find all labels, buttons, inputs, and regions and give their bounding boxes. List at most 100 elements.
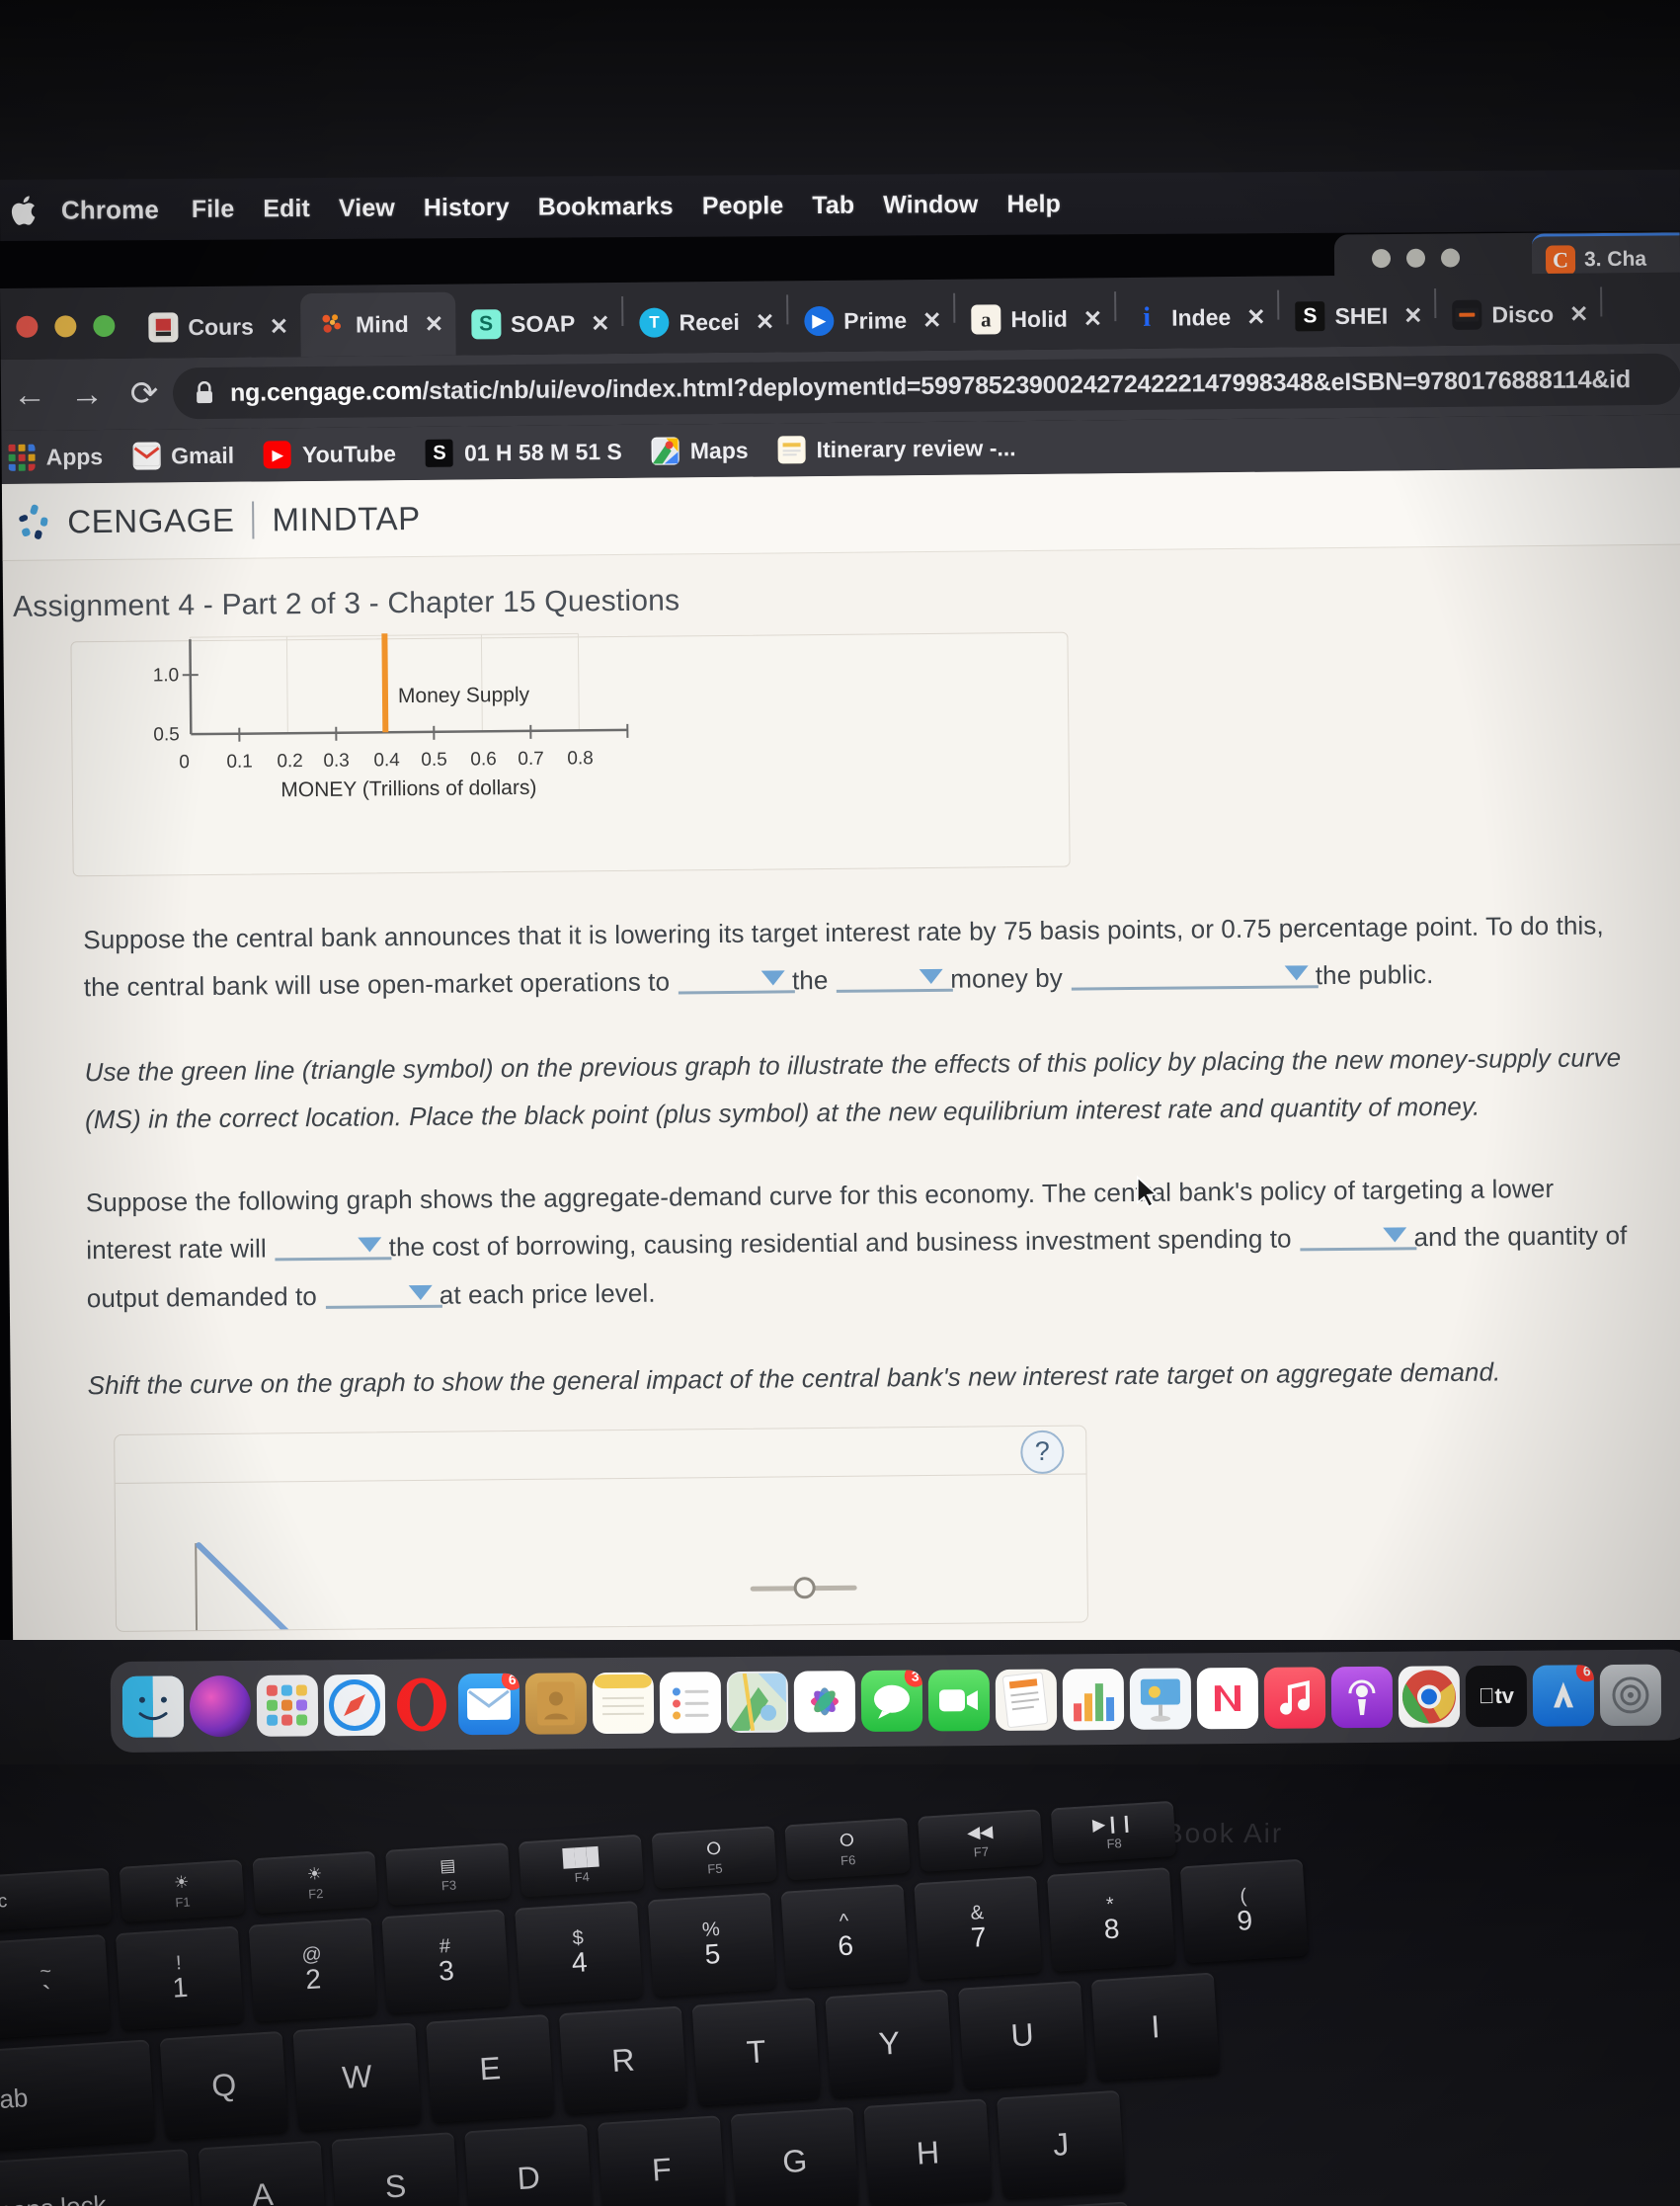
forward-button[interactable]: →	[58, 374, 116, 414]
key-5[interactable]: % 5	[647, 1892, 776, 1998]
menubar-item-help[interactable]: Help	[1006, 190, 1061, 218]
key-j[interactable]: J	[997, 2089, 1126, 2199]
key-y[interactable]: Y	[825, 1989, 954, 2098]
key-d[interactable]: D	[464, 2123, 594, 2206]
key-f8[interactable]: ▶❙❙ F8	[1050, 1800, 1177, 1864]
key-9[interactable]: (9	[1179, 1858, 1309, 1964]
menubar-item-window[interactable]: Window	[883, 190, 978, 219]
key-f4[interactable]: ███ F4	[518, 1834, 645, 1898]
dock-app-appletv[interactable]: tv	[1465, 1665, 1528, 1728]
dropdown-blank-4[interactable]	[275, 1232, 392, 1262]
dock-app-reminders[interactable]	[659, 1672, 722, 1734]
dock-app-maps[interactable]	[726, 1671, 789, 1734]
browser-tab-prime[interactable]: ▶ Prime ✕	[788, 289, 954, 353]
key-2[interactable]: @2	[248, 1917, 377, 2022]
browser-tab-shein[interactable]: S SHEI ✕	[1279, 285, 1435, 348]
close-tab-icon[interactable]: ✕	[1569, 300, 1589, 327]
dock-app-podcasts[interactable]	[1330, 1666, 1394, 1729]
menubar-item-bookmarks[interactable]: Bookmarks	[538, 192, 674, 221]
dock-app-messages[interactable]: 3	[860, 1670, 923, 1733]
key-g[interactable]: G	[730, 2106, 859, 2206]
key-m[interactable]	[1005, 2201, 1135, 2206]
money-supply-chart[interactable]: 1.0 0.5 0 0.1 0.2 0.3 0.4 0.5 0.6 0.7 0.…	[71, 612, 824, 836]
bookmark-shein-timer[interactable]: S 01 H 58 M 51 S	[425, 438, 622, 467]
key-f7[interactable]: ◀◀ F7	[918, 1809, 1044, 1872]
menubar-item-file[interactable]: File	[192, 195, 235, 223]
money-supply-curve[interactable]	[381, 633, 389, 733]
bookmark-itinerary[interactable]: Itinerary review -...	[777, 434, 1016, 464]
browser-tab-soap[interactable]: S SOAP ✕	[455, 292, 622, 356]
key-q[interactable]: Q	[159, 2030, 288, 2140]
menubar-item-edit[interactable]: Edit	[263, 195, 310, 223]
key-f1[interactable]: ☀ F1	[119, 1859, 245, 1922]
dock-app-numbers[interactable]	[1062, 1668, 1125, 1731]
close-tab-icon[interactable]: ✕	[1246, 303, 1266, 330]
minimize-window-button[interactable]	[54, 315, 77, 338]
bookmark-gmail[interactable]: Gmail	[132, 442, 234, 470]
key-r[interactable]: R	[558, 2005, 688, 2115]
dock-app-chrome[interactable]	[1398, 1666, 1461, 1728]
key-w[interactable]: W	[292, 2022, 422, 2131]
key-esc[interactable]: esc	[0, 1867, 113, 1932]
background-window-controls[interactable]	[1371, 247, 1461, 268]
dock-app-finder[interactable]	[121, 1675, 185, 1738]
zoom-slider-knob[interactable]	[793, 1576, 816, 1599]
dropdown-blank-3[interactable]	[1071, 960, 1319, 991]
aggregate-demand-curve[interactable]	[193, 1539, 371, 1632]
dock-app-safari[interactable]	[323, 1674, 386, 1737]
key-s[interactable]: S	[331, 2132, 460, 2206]
dock-app-pages[interactable]	[995, 1669, 1058, 1731]
key-backtick[interactable]: ~ `	[0, 1933, 112, 2039]
dock-app-keynote[interactable]	[1129, 1668, 1192, 1730]
key-1[interactable]: ! 1	[115, 1925, 244, 2031]
dock-app-news[interactable]	[1196, 1667, 1259, 1730]
key-tab[interactable]: tab	[0, 2039, 156, 2152]
key-3[interactable]: #3	[381, 1909, 511, 2014]
menubar-item-view[interactable]: View	[339, 194, 395, 222]
close-tab-icon[interactable]: ✕	[756, 308, 775, 335]
browser-tab-receipt[interactable]: T Recei ✕	[623, 290, 786, 354]
close-tab-icon[interactable]: ✕	[1403, 302, 1423, 329]
address-bar[interactable]: ng.cengage.com/static/nb/ui/evo/index.ht…	[172, 353, 1680, 420]
menubar-item-history[interactable]: History	[424, 193, 510, 222]
key-f[interactable]: F	[597, 2115, 727, 2206]
dock-app-opera[interactable]	[391, 1674, 452, 1735]
close-tab-icon[interactable]: ✕	[270, 313, 289, 340]
key-caps-lock[interactable]: caps lock	[0, 2149, 195, 2206]
key-t[interactable]: T	[691, 1997, 821, 2106]
key-u[interactable]: U	[958, 1981, 1087, 2089]
dock-app-popcorn[interactable]	[1667, 1664, 1680, 1725]
key-f2[interactable]: ☀ F2	[252, 1850, 378, 1915]
dock-app-music[interactable]	[1263, 1667, 1326, 1729]
dock-app-mail[interactable]: 6	[457, 1673, 520, 1736]
dock-app-siri[interactable]	[189, 1675, 252, 1738]
dock-app-notes[interactable]	[592, 1672, 655, 1735]
browser-tab-indeed[interactable]: i Indee ✕	[1116, 286, 1278, 350]
key-a[interactable]: A	[198, 2140, 327, 2206]
dock-app-launchpad[interactable]	[256, 1675, 319, 1737]
dock-app-appstore[interactable]: 6	[1532, 1665, 1595, 1727]
back-button[interactable]: ←	[1, 375, 58, 415]
key-f5[interactable]: ⵔ F5	[651, 1826, 777, 1889]
dropdown-blank-1[interactable]	[678, 965, 795, 995]
dropdown-blank-6[interactable]	[325, 1279, 442, 1309]
window-controls[interactable]	[0, 314, 132, 360]
bookmark-apps[interactable]: Apps	[8, 443, 104, 471]
key-7[interactable]: & 7	[914, 1875, 1043, 1981]
dock-app-photos[interactable]	[793, 1671, 856, 1733]
dropdown-blank-2[interactable]	[836, 963, 954, 993]
maximize-window-button[interactable]	[93, 314, 116, 338]
close-tab-icon[interactable]: ✕	[591, 310, 610, 337]
dock-app-system-preferences[interactable]	[1599, 1664, 1662, 1727]
aggregate-demand-graph-panel[interactable]: ?	[114, 1425, 1089, 1632]
zoom-slider[interactable]	[750, 1574, 857, 1599]
close-tab-icon[interactable]: ✕	[1083, 305, 1103, 332]
key-i[interactable]: I	[1090, 1972, 1220, 2082]
key-f6[interactable]: ⵔ F6	[784, 1817, 911, 1881]
key-e[interactable]: E	[426, 2013, 555, 2123]
apple-logo-icon[interactable]	[10, 194, 40, 227]
dock-app-contacts[interactable]	[524, 1673, 588, 1735]
reload-button[interactable]: ⟳	[116, 373, 173, 414]
browser-tab-holiday[interactable]: a Holid ✕	[955, 287, 1114, 351]
bookmark-maps[interactable]: Maps	[651, 437, 749, 465]
